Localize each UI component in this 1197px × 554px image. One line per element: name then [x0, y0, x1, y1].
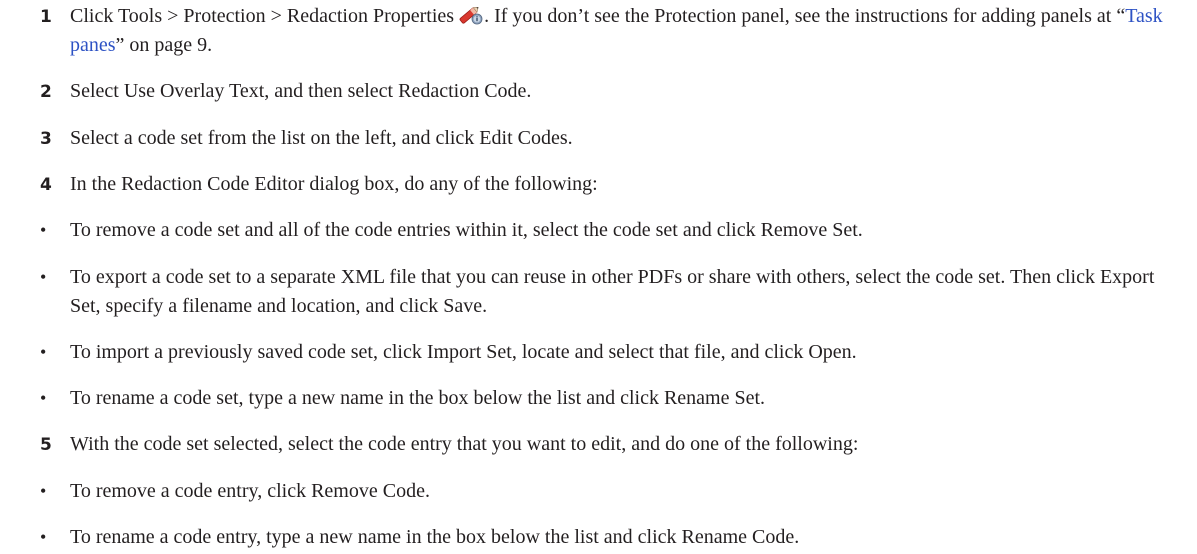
bullet-text: To rename a code set, type a new name in… [70, 387, 766, 409]
step-5: 5 With the code set selected, select the… [40, 430, 1189, 459]
bullet-rename-set: • To rename a code set, type a new name … [40, 384, 1189, 413]
step-text: Select a code set from the list on the l… [70, 127, 573, 149]
bullet-glyph: • [40, 342, 47, 362]
bullet-text: To export a code set to a separate XML f… [70, 266, 1155, 317]
step-text: Click Tools > Protection > Redaction Pro… [70, 5, 455, 27]
bullet-text: To remove a code set and all of the code… [70, 219, 863, 241]
bullet-import-set: • To import a previously saved code set,… [40, 338, 1189, 367]
step-text: With the code set selected, select the c… [70, 433, 859, 455]
step-1: 1 Click Tools > Protection > Redaction P… [40, 2, 1189, 60]
step-text: In the Redaction Code Editor dialog box,… [70, 173, 598, 195]
step-4: 4 In the Redaction Code Editor dialog bo… [40, 170, 1189, 199]
bullet-glyph: • [40, 481, 47, 501]
bullet-glyph: • [40, 388, 47, 408]
bullet-text: To rename a code entry, type a new name … [70, 526, 800, 548]
step-text-end: ” on page 9. [115, 34, 213, 56]
bullet-export-set: • To export a code set to a separate XML… [40, 263, 1189, 321]
bullet-remove-set: • To remove a code set and all of the co… [40, 216, 1189, 245]
step-text: Select Use Overlay Text, and then select… [70, 80, 532, 102]
step-text-continued: . If you don’t see the Protection panel,… [484, 5, 1126, 27]
step-number: 3 [40, 129, 52, 149]
bullet-rename-code: • To rename a code entry, type a new nam… [40, 523, 1189, 552]
step-number: 1 [40, 7, 52, 27]
step-number: 5 [40, 435, 52, 455]
step-number: 4 [40, 175, 52, 195]
bullet-text: To import a previously saved code set, c… [70, 341, 857, 363]
step-number: 2 [40, 82, 52, 102]
redaction-properties-icon [458, 3, 484, 25]
step-2: 2 Select Use Overlay Text, and then sele… [40, 77, 1189, 106]
bullet-glyph: • [40, 267, 47, 287]
step-3: 3 Select a code set from the list on the… [40, 124, 1189, 153]
bullet-remove-code: • To remove a code entry, click Remove C… [40, 477, 1189, 506]
bullet-glyph: • [40, 220, 47, 240]
bullet-glyph: • [40, 527, 47, 547]
bullet-text: To remove a code entry, click Remove Cod… [70, 480, 430, 502]
